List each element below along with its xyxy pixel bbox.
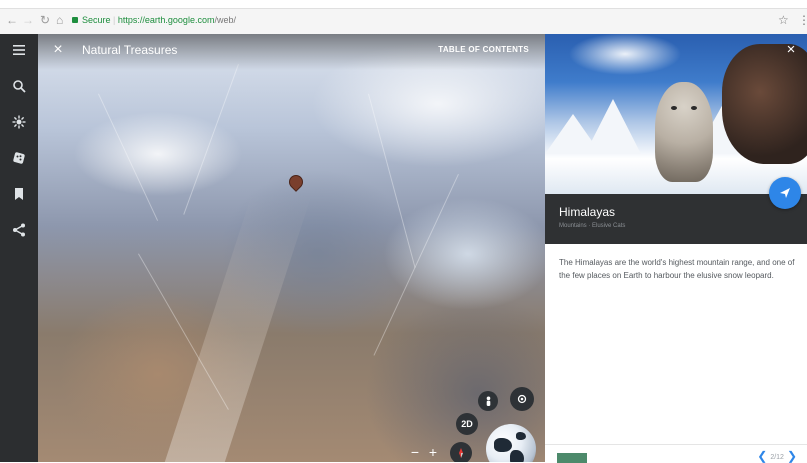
url-path: /web/ [214,15,236,25]
home-icon[interactable]: ⌂ [56,12,63,28]
url-host: https://earth.google.com [117,15,215,25]
ridge-line [373,174,459,356]
menu-icon[interactable] [8,39,30,61]
browser-menu-icon[interactable]: ⋮ [798,12,807,28]
browser-tab-strip [0,0,807,9]
bookmark-star-icon[interactable]: ☆ [778,12,789,28]
address-bar[interactable]: Secure | https://earth.google.com/web/ [72,11,236,29]
my-location-icon[interactable] [510,387,534,411]
card-footer: ❮ 2/12 ❯ [545,444,807,463]
view-mode-2d-button[interactable]: 2D [456,413,478,435]
card-pagination: ❮ 2/12 ❯ [757,449,797,463]
card-title-band [545,194,807,244]
close-card-button[interactable]: × [781,40,801,60]
zoom-out-button[interactable]: − [406,442,424,462]
fly-to-button[interactable] [769,177,801,209]
close-story-button[interactable]: × [48,40,68,60]
earth-map-view[interactable]: × Natural Treasures TABLE OF CONTENTS 2D… [38,34,545,462]
glacier-valley [164,194,312,462]
secure-label: Secure [82,15,111,25]
ridge-line [368,93,416,268]
browser-toolbar: ← → ↻ ⌂ Secure | https://earth.google.co… [0,0,807,34]
pegman-icon[interactable] [478,391,498,411]
location-pin-icon[interactable] [286,172,306,192]
lock-icon [72,17,78,23]
back-arrow-icon[interactable]: ← [6,12,18,28]
zoom-in-button[interactable]: + [424,442,442,462]
story-title: Natural Treasures [82,43,178,57]
table-of-contents-button[interactable]: TABLE OF CONTENTS [438,45,529,54]
share-icon[interactable] [8,219,30,241]
next-card-button[interactable]: ❯ [787,449,797,463]
place-subtitle: Mountains · Elusive Cats [559,223,626,229]
reload-icon[interactable]: ↻ [40,12,50,28]
knowledge-card: × Himalayas Mountains · Elusive Cats The… [545,34,807,463]
left-nav-rail [0,34,38,462]
ridge-line [183,64,239,215]
snow-leopard-image [655,82,713,182]
zoom-controls: − + [406,442,446,462]
bookmark-icon[interactable] [8,183,30,205]
feeling-lucky-icon[interactable] [8,147,30,169]
forward-arrow-icon[interactable]: → [22,12,34,28]
globe-icon[interactable] [486,424,536,462]
card-counter: 2/12 [770,454,784,461]
hero-image: × [545,34,807,194]
fly-to-icon [780,188,790,198]
place-description: The Himalayas are the world's highest mo… [559,258,795,280]
search-icon[interactable] [8,75,30,97]
place-title: Himalayas [559,205,616,219]
voyager-icon[interactable] [8,111,30,133]
compass-icon[interactable] [450,442,472,462]
previous-card-button[interactable]: ❮ [757,449,767,463]
ridge-line [98,93,159,221]
